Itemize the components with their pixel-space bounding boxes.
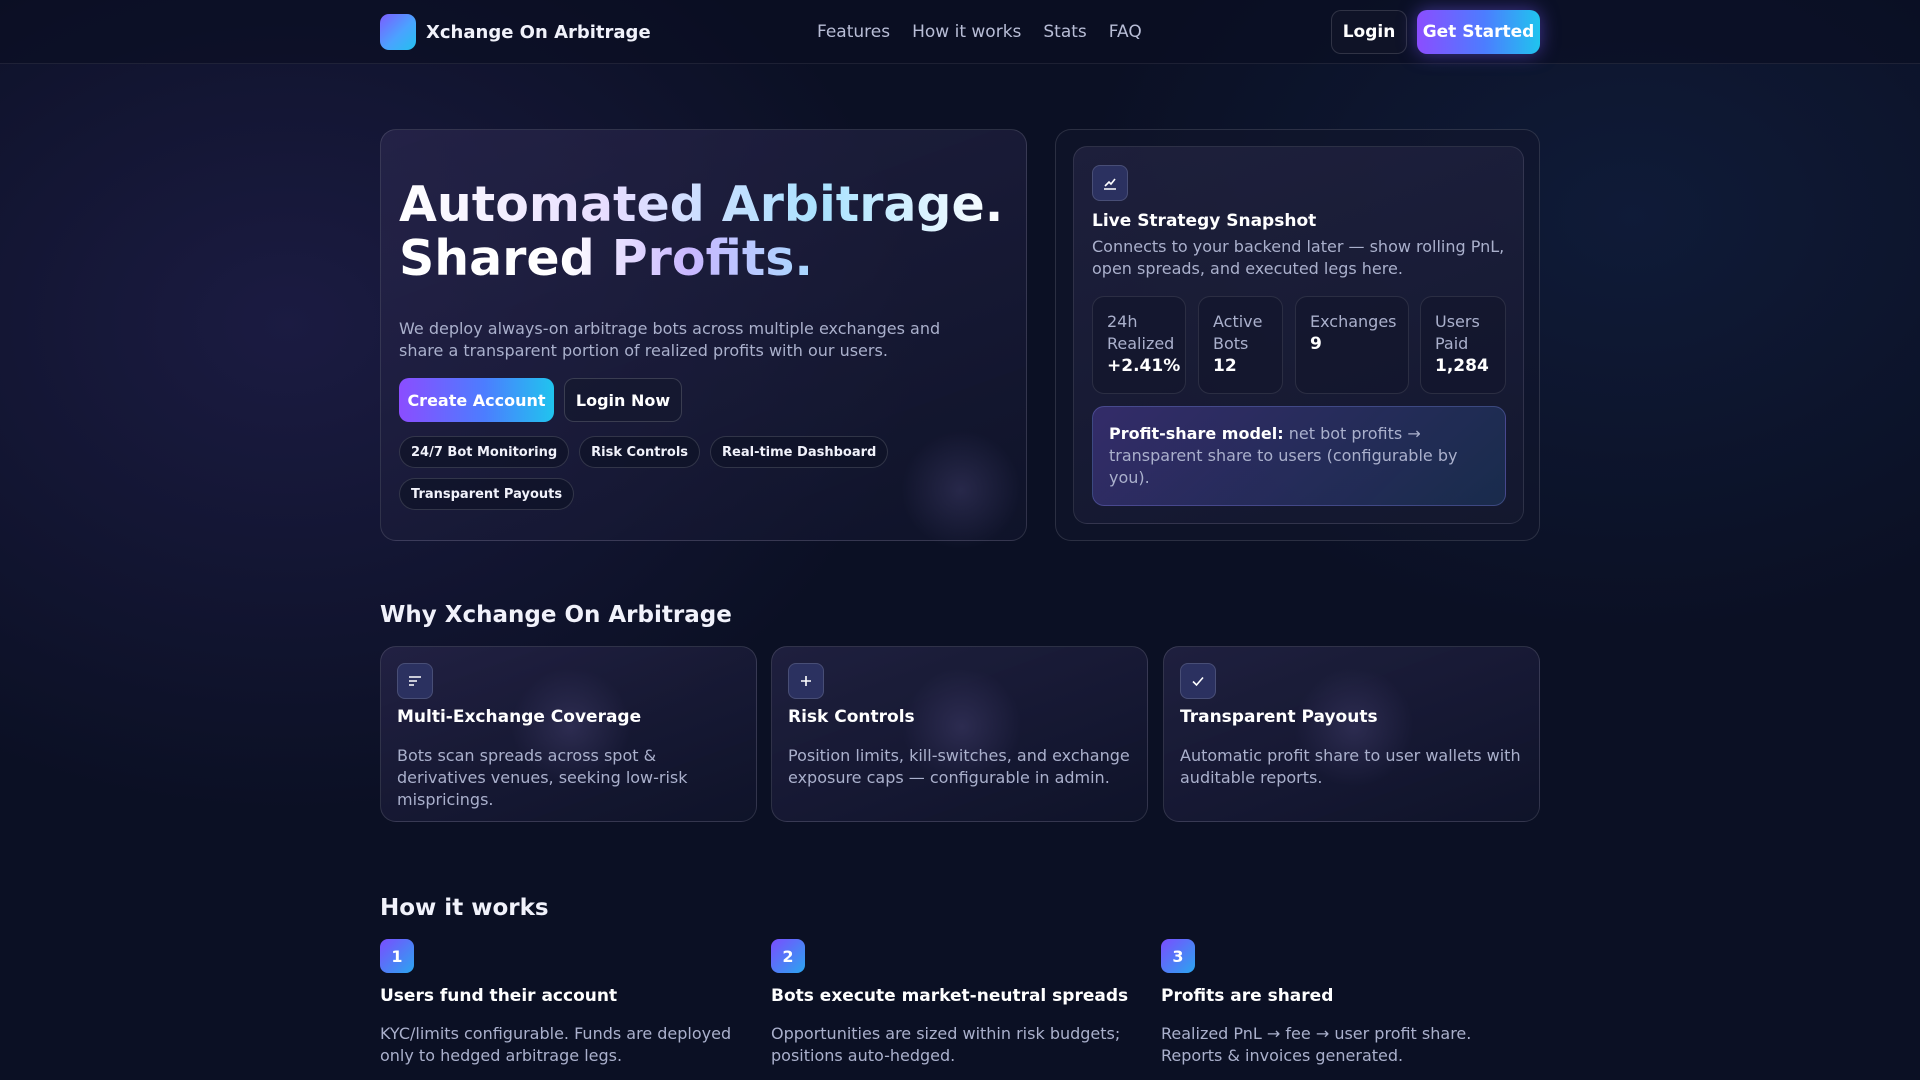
hero-subtitle: We deploy always-on arbitrage bots acros…: [399, 319, 941, 360]
stat-label: Realized: [1107, 334, 1175, 353]
hero-title: Automated Arbitrage. Shared Profits.: [399, 178, 1003, 286]
nav-link-faq[interactable]: FAQ: [1109, 22, 1142, 42]
stat-label: Paid: [1435, 334, 1469, 353]
stat-label: 24h: [1107, 312, 1138, 331]
step-title: Bots execute market-neutral spreads: [771, 986, 1129, 1006]
hero-card: Automated Arbitrage. Shared Profits. We …: [380, 129, 1027, 550]
brand-name: Xchange On Arbitrage: [426, 21, 651, 43]
stat-value: +2.41%: [1107, 356, 1181, 376]
feature-title: Risk Controls: [788, 707, 915, 727]
feature-title: Multi-Exchange Coverage: [397, 707, 642, 727]
step-description: Realized PnL → fee → user profit share. …: [1161, 1024, 1472, 1065]
feature-description: Position limits, kill-switches, and exch…: [788, 746, 1130, 787]
stat-label: Exchanges: [1310, 312, 1397, 331]
snapshot-description: Connects to your backend later — show ro…: [1092, 237, 1505, 278]
step-description: KYC/limits configurable. Funds are deplo…: [380, 1024, 732, 1065]
check-icon: [1180, 663, 1216, 699]
how-it-works-title: How it works: [380, 895, 549, 921]
login-now-button[interactable]: Login Now: [564, 378, 682, 422]
feature-title: Transparent Payouts: [1180, 707, 1378, 727]
snapshot-title: Live Strategy Snapshot: [1092, 211, 1317, 231]
profit-share-label: Profit-share model:: [1109, 424, 1284, 443]
profit-share-model: Profit-share model: net bot profits → tr…: [1092, 406, 1506, 506]
chip-transparent-payouts: Transparent Payouts: [399, 478, 575, 510]
step-number-badge: 3: [1161, 939, 1195, 973]
chart-line-icon: [1092, 165, 1128, 201]
feature-chips: 24/7 Bot Monitoring Risk Controls Real-t…: [399, 436, 999, 510]
stat-exchanges: Exchanges 9: [1295, 296, 1409, 394]
nav-link-stats[interactable]: Stats: [1043, 22, 1086, 42]
create-account-button[interactable]: Create Account: [399, 378, 554, 422]
chip-realtime-dashboard: Real-time Dashboard: [710, 436, 889, 468]
chip-risk-controls: Risk Controls: [579, 436, 701, 468]
stat-label: Users: [1435, 312, 1480, 331]
stat-24h-realized: 24h Realized +2.41%: [1092, 296, 1186, 394]
nav-link-how-it-works[interactable]: How it works: [912, 22, 1021, 42]
stat-value: 9: [1310, 334, 1322, 354]
why-section-title: Why Xchange On Arbitrage: [380, 602, 732, 628]
stat-value: 1,284: [1435, 356, 1489, 376]
step-number-badge: 2: [771, 939, 805, 973]
login-button[interactable]: Login: [1331, 10, 1407, 54]
feature-card-transparent-payouts: Transparent Payouts Automatic profit sha…: [1163, 646, 1540, 822]
feature-description: Bots scan spreads across spot & derivati…: [397, 746, 688, 809]
list-lines-icon: [397, 663, 433, 699]
hero-title-line-1: Automated Arbitrage.: [399, 176, 1004, 233]
step-title: Profits are shared: [1161, 986, 1334, 1006]
feature-card-risk-controls: Risk Controls Position limits, kill-swit…: [771, 646, 1148, 822]
stat-active-bots: Active Bots 12: [1198, 296, 1283, 394]
get-started-button[interactable]: Get Started: [1417, 10, 1540, 54]
stat-value: 12: [1213, 356, 1237, 376]
stat-label: Bots: [1213, 334, 1249, 353]
top-navbar: Xchange On Arbitrage Features How it wor…: [0, 0, 1920, 64]
step-title: Users fund their account: [380, 986, 618, 1006]
chip-bot-monitoring: 24/7 Bot Monitoring: [399, 436, 570, 468]
step-description: Opportunities are sized within risk budg…: [771, 1024, 1121, 1065]
main-nav: Features How it works Stats FAQ: [817, 22, 1142, 42]
feature-description: Automatic profit share to user wallets w…: [1180, 746, 1521, 787]
live-strategy-snapshot: Live Strategy Snapshot Connects to your …: [1073, 146, 1524, 524]
brand[interactable]: Xchange On Arbitrage: [380, 14, 651, 50]
nav-link-features[interactable]: Features: [817, 22, 890, 42]
snapshot-panel: Live Strategy Snapshot Connects to your …: [1055, 129, 1540, 541]
stat-users-paid: Users Paid 1,284: [1420, 296, 1506, 394]
feature-card-multi-exchange: Multi-Exchange Coverage Bots scan spread…: [380, 646, 757, 822]
hero-title-line-2: Shared Profits.: [399, 230, 814, 287]
stat-label: Active: [1213, 312, 1263, 331]
brand-logo-icon: [380, 14, 416, 50]
step-number-badge: 1: [380, 939, 414, 973]
plus-icon: [788, 663, 824, 699]
